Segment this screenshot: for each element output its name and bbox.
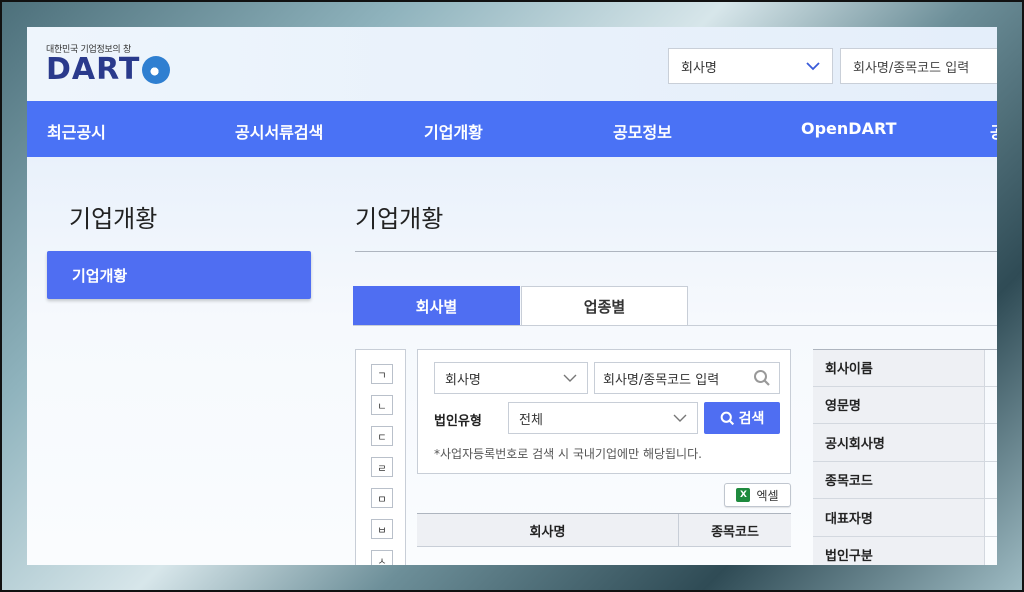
info-row: 회사이름 [813,349,997,387]
excel-download-button[interactable]: X 엑셀 [724,483,791,507]
info-label: 공시회사명 [813,424,985,461]
search-button-label: 검색 [738,411,765,427]
initial-consonant-list: ㄱ ㄴ ㄷ ㄹ ㅁ ㅂ ㅅ [355,349,406,565]
nav-item-company-overview[interactable]: 기업개황 [424,119,483,143]
page-title: 기업개황 [355,205,444,233]
letter-button[interactable]: ㄹ [371,457,393,477]
column-header-company-name: 회사명 [417,514,679,546]
info-label: 종목코드 [813,461,985,498]
corp-type-label: 법인유형 [434,414,482,429]
page-content: 기업개황 기업개황 기업개황 회사별 업종별 ㄱ ㄴ ㄷ ㄹ ㅁ ㅂ ㅅ 회사명… [27,157,997,565]
main-nav: 최근공시 공시서류검색 기업개황 공모정보 OpenDART 공 [27,101,997,157]
search-type-value: 회사명 [445,372,481,388]
info-row: 공시회사명 [813,424,997,462]
logo-text: DART [46,52,141,87]
chevron-down-icon [563,374,577,382]
info-row: 종목코드 [813,461,997,499]
tab-by-industry[interactable]: 업종별 [521,286,688,326]
logo-burst-icon [142,56,171,84]
nav-item-partial[interactable]: 공 [990,119,997,143]
excel-icon: X [736,488,751,502]
nav-item-opendart[interactable]: OpenDART [801,119,896,138]
tab-by-company[interactable]: 회사별 [353,286,520,326]
search-input[interactable]: 회사명/종목코드 입력 [594,362,780,394]
info-row: 대표자명 [813,499,997,537]
sidebar-item-company-overview[interactable]: 기업개황 [47,251,311,299]
chevron-down-icon [673,414,687,422]
excel-button-label: 엑셀 [756,488,779,503]
dart-logo[interactable]: 대한민국 기업정보의 창 DART [46,42,171,87]
header-search-placeholder: 회사명/종목코드 입력 [853,60,970,76]
header-search-type-select[interactable]: 회사명 [668,48,833,84]
letter-button[interactable]: ㅂ [371,519,393,539]
search-button[interactable]: 검색 [704,402,780,434]
title-divider [355,251,997,252]
letter-button[interactable]: ㄴ [371,395,393,415]
search-type-select[interactable]: 회사명 [434,362,588,394]
nav-item-recent-disclosures[interactable]: 최근공시 [47,119,106,143]
letter-button[interactable]: ㅁ [371,488,393,508]
letter-button[interactable]: ㄷ [371,426,393,446]
nav-item-document-search[interactable]: 공시서류검색 [235,119,323,143]
logo-wordmark: DART [46,52,171,87]
search-input-placeholder: 회사명/종목코드 입력 [603,372,720,388]
corp-type-value: 전체 [519,412,543,428]
nav-item-offering-info[interactable]: 공모정보 [613,119,672,143]
info-row: 영문명 [813,386,997,424]
info-label: 대표자명 [813,499,985,536]
result-table-header: 회사명 종목코드 [417,513,791,547]
info-label: 법인구분 [813,536,985,565]
info-label: 회사이름 [813,350,985,386]
letter-button[interactable]: ㅅ [371,550,393,565]
site-header: 대한민국 기업정보의 창 DART 회사명 회사명/종목코드 입력 [27,27,997,101]
header-search-input[interactable]: 회사명/종목코드 입력 [840,48,997,84]
company-search-panel: 회사명 회사명/종목코드 입력 법인유형 전체 검색 *사업자등록번호로 검색 … [417,349,791,474]
column-header-stock-code: 종목코드 [711,524,759,540]
info-label: 영문명 [813,386,985,423]
company-info-table: 회사이름 영문명 공시회사명 종목코드 대표자명 법인구분 [813,349,997,565]
search-icon[interactable] [753,369,771,387]
tab-underline [353,325,997,326]
search-note: *사업자등록번호로 검색 시 국내기업에만 해당됩니다. [434,447,702,461]
chevron-down-icon [806,61,820,70]
letter-button[interactable]: ㄱ [371,364,393,384]
search-icon [720,411,734,425]
corp-type-select[interactable]: 전체 [508,402,698,434]
header-select-value: 회사명 [681,60,717,76]
sidebar-title: 기업개황 [69,205,158,233]
browser-window: 대한민국 기업정보의 창 DART 회사명 회사명/종목코드 입력 최근공시 공… [27,27,997,565]
info-row: 법인구분 [813,536,997,565]
